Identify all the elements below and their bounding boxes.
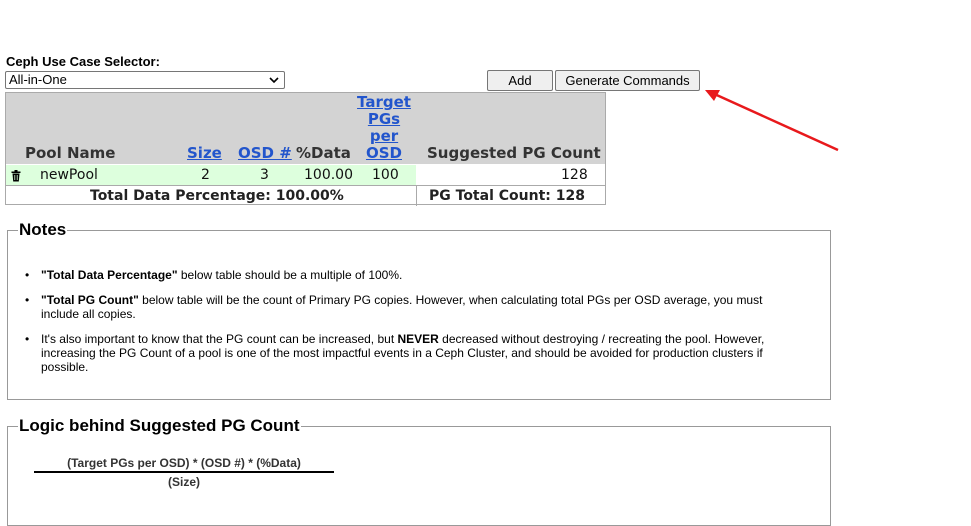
header-osd-link[interactable]: OSD # <box>238 145 292 162</box>
formula-numerator: (Target PGs per OSD) * (OSD #) * (%Data) <box>34 456 334 473</box>
table-row: newPool 2 3 100.00 100 128 <box>6 165 605 185</box>
table-header: Pool Name Size OSD # %Data Target PGs pe… <box>6 93 605 164</box>
header-target-line-4: OSD <box>365 144 402 162</box>
header-target-line-2: PGs <box>367 110 401 128</box>
generate-commands-button[interactable]: Generate Commands <box>555 70 700 91</box>
notes-list: "Total Data Percentage" below table shou… <box>25 268 791 385</box>
formula-denominator: (Size) <box>167 475 200 489</box>
header-target-line-3: per <box>369 127 399 145</box>
row-pool-name-input[interactable]: newPool <box>40 165 98 185</box>
notes-section: Notes "Total Data Percentage" below tabl… <box>7 220 831 400</box>
note-item: "Total Data Percentage" below table shou… <box>25 268 791 282</box>
note-item: It's also important to know that the PG … <box>25 332 791 374</box>
notes-title: Notes <box>18 220 68 240</box>
header-suggested-pg: Suggested PG Count <box>427 144 601 162</box>
header-size-link[interactable]: Size <box>187 145 222 162</box>
total-pg-count: PG Total Count: 128 <box>429 188 585 204</box>
use-case-label: Ceph Use Case Selector: <box>6 54 160 69</box>
pool-table: Pool Name Size OSD # %Data Target PGs pe… <box>5 92 606 206</box>
row-size-input[interactable]: 2 <box>201 165 210 185</box>
red-arrow-annotation <box>705 90 839 152</box>
header-target-pgs-link[interactable]: Target PGs per OSD <box>354 94 414 162</box>
total-data-percentage: Total Data Percentage: 100.00% <box>90 188 344 204</box>
use-case-select-value: All-in-One <box>9 72 67 87</box>
row-osd-input[interactable]: 3 <box>260 165 269 185</box>
totals-row: Total Data Percentage: 100.00% PG Total … <box>6 185 605 206</box>
add-pool-button[interactable]: Add Pool <box>487 70 553 107</box>
chevron-down-icon <box>269 72 279 94</box>
header-pool-name: Pool Name <box>25 144 116 162</box>
note-item: "Total PG Count" below table will be the… <box>25 293 791 321</box>
use-case-select[interactable]: All-in-One <box>5 71 285 89</box>
row-target-input[interactable]: 100 <box>372 165 399 185</box>
row-suggested-pg: 128 <box>561 167 588 183</box>
header-data: %Data <box>296 144 351 162</box>
row-data-input[interactable]: 100.00 <box>304 165 353 185</box>
logic-title: Logic behind Suggested PG Count <box>18 416 301 436</box>
header-target-line-1: Target <box>357 93 411 111</box>
